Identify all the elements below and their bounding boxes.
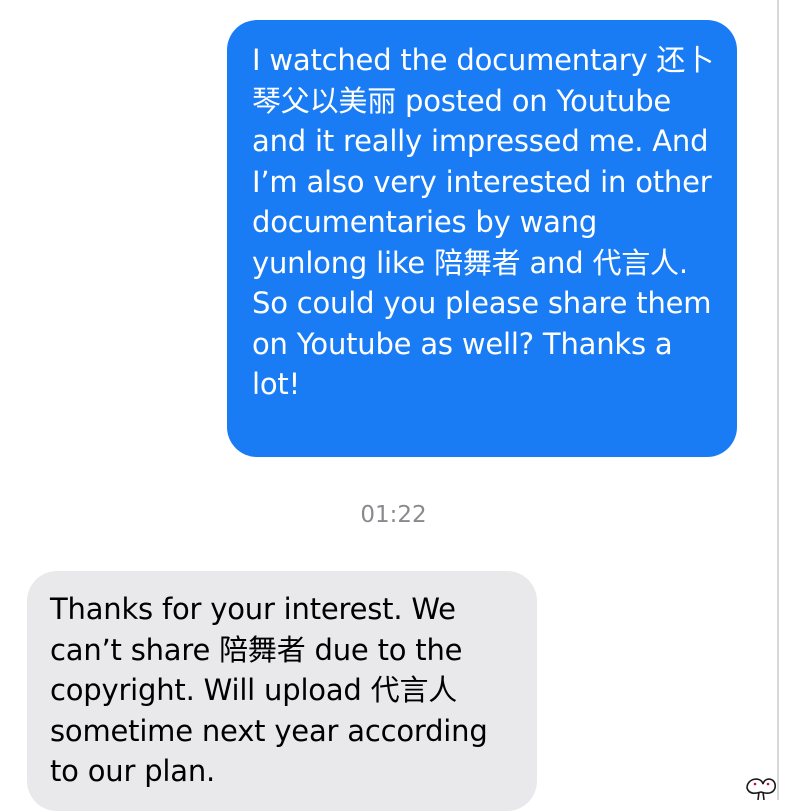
small-logo-icon xyxy=(746,778,776,800)
scrollbar-track xyxy=(777,0,779,800)
outgoing-message-bubble[interactable]: I watched the documentary 还卜琴父以美丽 posted… xyxy=(227,20,737,457)
incoming-message-text: Thanks for your interest. We can’t share… xyxy=(50,592,488,788)
outgoing-message-text: I watched the documentary 还卜琴父以美丽 posted… xyxy=(252,43,715,401)
incoming-message-bubble[interactable]: Thanks for your interest. We can’t share… xyxy=(27,571,537,811)
message-timestamp: 01:22 xyxy=(360,502,427,528)
